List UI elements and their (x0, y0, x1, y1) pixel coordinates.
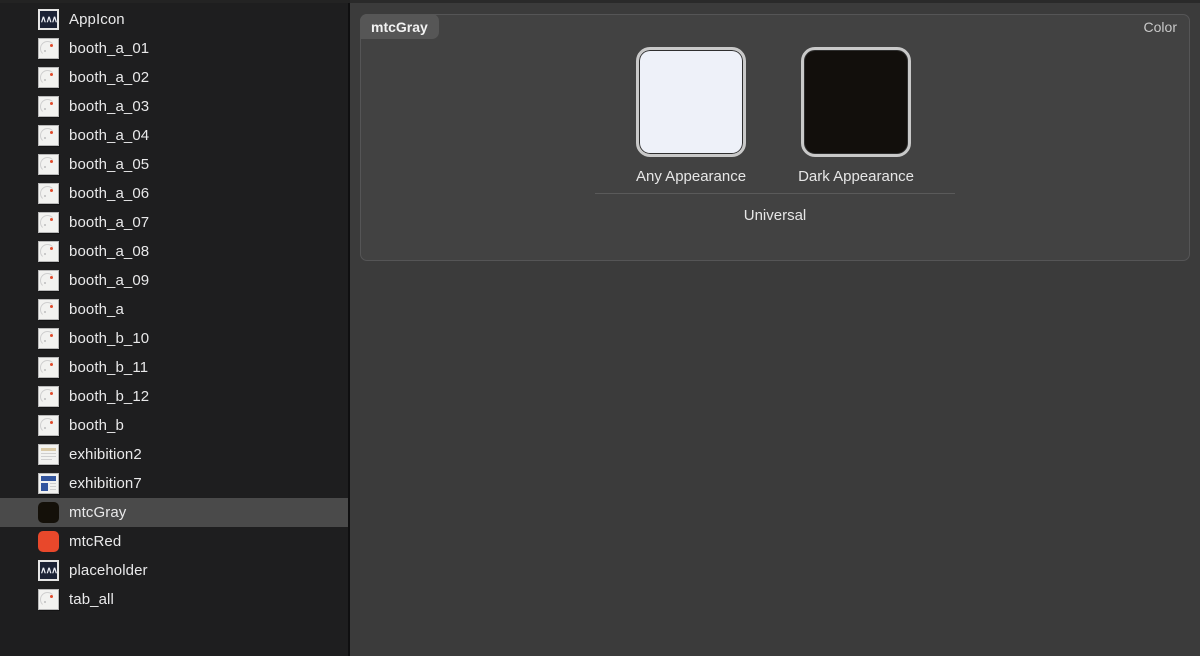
color-set-tab-label: mtcGray (371, 18, 428, 35)
asset-list-item-label: booth_a_06 (69, 185, 150, 202)
asset-list-item-booth_b_11[interactable]: booth_b_11 (0, 353, 350, 382)
image-thumbnail-icon (38, 212, 59, 233)
asset-list-item-booth_a_01[interactable]: booth_a_01 (0, 34, 350, 63)
asset-list-item-booth_a_07[interactable]: booth_a_07 (0, 208, 350, 237)
asset-kind-label: Color (1143, 19, 1177, 35)
image-thumbnail-icon (38, 357, 59, 378)
color-set-panel: mtcGray Color Any Appearance Dark Appeara… (360, 14, 1190, 261)
asset-list-item-exhibition7[interactable]: exhibition7 (0, 469, 350, 498)
image-thumbnail-icon (38, 183, 59, 204)
asset-list-item-booth_a_08[interactable]: booth_a_08 (0, 237, 350, 266)
asset-list-item-exhibition2[interactable]: exhibition2 (0, 440, 350, 469)
color-swatch-preview[interactable] (636, 47, 747, 157)
asset-list: ∧∧∧ AppIcon booth_a_01 booth_a_02 booth_a_03… (0, 5, 350, 614)
appicon-thumbnail-icon: ∧∧∧ (38, 560, 59, 581)
appearance-swatch-row: Any Appearance Dark Appearance (361, 47, 1189, 185)
image-thumbnail-icon (38, 270, 59, 291)
image-thumbnail-icon (38, 96, 59, 117)
asset-list-item-label: booth_a_03 (69, 98, 150, 115)
asset-list-item-label: booth_a_04 (69, 127, 150, 144)
asset-list-item-label: booth_a_07 (69, 214, 150, 231)
asset-list-item-label: booth_a_08 (69, 243, 150, 260)
universal-group-label: Universal (743, 207, 807, 224)
image-thumbnail-icon (38, 328, 59, 349)
asset-list-item-booth_a[interactable]: booth_a (0, 295, 350, 324)
asset-list-item-label: booth_a_02 (69, 69, 150, 86)
asset-list-item-mtcgray[interactable]: mtcGray (0, 498, 350, 527)
asset-list-item-booth_a_04[interactable]: booth_a_04 (0, 121, 350, 150)
appearance-cell: Any Appearance (636, 47, 746, 185)
asset-list-item-label: AppIcon (69, 11, 125, 28)
asset-list-item-mtcred[interactable]: mtcRed (0, 527, 350, 556)
color-swatch-preview[interactable] (801, 47, 912, 157)
appearance-label: Any Appearance (636, 168, 747, 185)
image-thumbnail-icon (38, 125, 59, 146)
image-thumbnail-icon (38, 241, 59, 262)
image-thumbnail-icon (38, 299, 59, 320)
asset-list-item-appicon[interactable]: ∧∧∧ AppIcon (0, 5, 350, 34)
asset-list-item-booth_b_12[interactable]: booth_b_12 (0, 382, 350, 411)
document-thumbnail-icon (38, 444, 59, 465)
asset-list-item-label: booth_b_11 (69, 359, 149, 376)
appicon-thumbnail-icon: ∧∧∧ (38, 9, 59, 30)
asset-list-item-booth_a_06[interactable]: booth_a_06 (0, 179, 350, 208)
asset-list-item-label: booth_b_10 (69, 330, 150, 347)
editor-area: mtcGray Color Any Appearance Dark Appeara… (350, 0, 1200, 656)
asset-list-item-label: booth_a_05 (69, 156, 150, 173)
document-blue-thumbnail-icon (38, 473, 59, 494)
window-top-strip (0, 0, 1200, 3)
asset-list-item-booth_a_03[interactable]: booth_a_03 (0, 92, 350, 121)
asset-list-item-label: mtcRed (69, 533, 122, 550)
asset-list-item-label: mtcGray (69, 504, 127, 521)
appearance-swatch-area: Any Appearance Dark Appearance Universal (361, 47, 1189, 224)
asset-list-sidebar[interactable]: ∧∧∧ AppIcon booth_a_01 booth_a_02 booth_a_03… (0, 0, 350, 656)
asset-list-item-label: booth_a (69, 301, 124, 318)
asset-list-item-label: booth_a_01 (69, 40, 150, 57)
image-thumbnail-icon (38, 386, 59, 407)
image-thumbnail-icon (38, 589, 59, 610)
asset-list-item-booth_b_10[interactable]: booth_b_10 (0, 324, 350, 353)
asset-list-item-label: booth_b (69, 417, 124, 434)
asset-list-item-label: tab_all (69, 591, 114, 608)
image-thumbnail-icon (38, 415, 59, 436)
appearance-cell: Dark Appearance (798, 47, 914, 185)
universal-divider (595, 193, 955, 194)
asset-list-item-label: exhibition2 (69, 446, 142, 463)
asset-list-item-label: exhibition7 (69, 475, 142, 492)
color-set-tab[interactable]: mtcGray (360, 14, 439, 39)
asset-catalog-window: ∧∧∧ AppIcon booth_a_01 booth_a_02 booth_a_03… (0, 0, 1200, 656)
image-thumbnail-icon (38, 154, 59, 175)
asset-list-item-label: placeholder (69, 562, 148, 579)
color-swatch-icon (38, 502, 59, 523)
window-top-strip-left (0, 0, 350, 3)
asset-list-item-booth_b[interactable]: booth_b (0, 411, 350, 440)
asset-list-item-tab_all[interactable]: tab_all (0, 585, 350, 614)
image-thumbnail-icon (38, 38, 59, 59)
asset-list-item-label: booth_b_12 (69, 388, 150, 405)
asset-list-item-booth_a_02[interactable]: booth_a_02 (0, 63, 350, 92)
asset-list-item-label: booth_a_09 (69, 272, 150, 289)
asset-list-item-booth_a_05[interactable]: booth_a_05 (0, 150, 350, 179)
asset-list-item-booth_a_09[interactable]: booth_a_09 (0, 266, 350, 295)
asset-list-item-placeholder[interactable]: ∧∧∧ placeholder (0, 556, 350, 585)
appearance-label: Dark Appearance (798, 168, 914, 185)
image-thumbnail-icon (38, 67, 59, 88)
color-swatch-icon (38, 531, 59, 552)
